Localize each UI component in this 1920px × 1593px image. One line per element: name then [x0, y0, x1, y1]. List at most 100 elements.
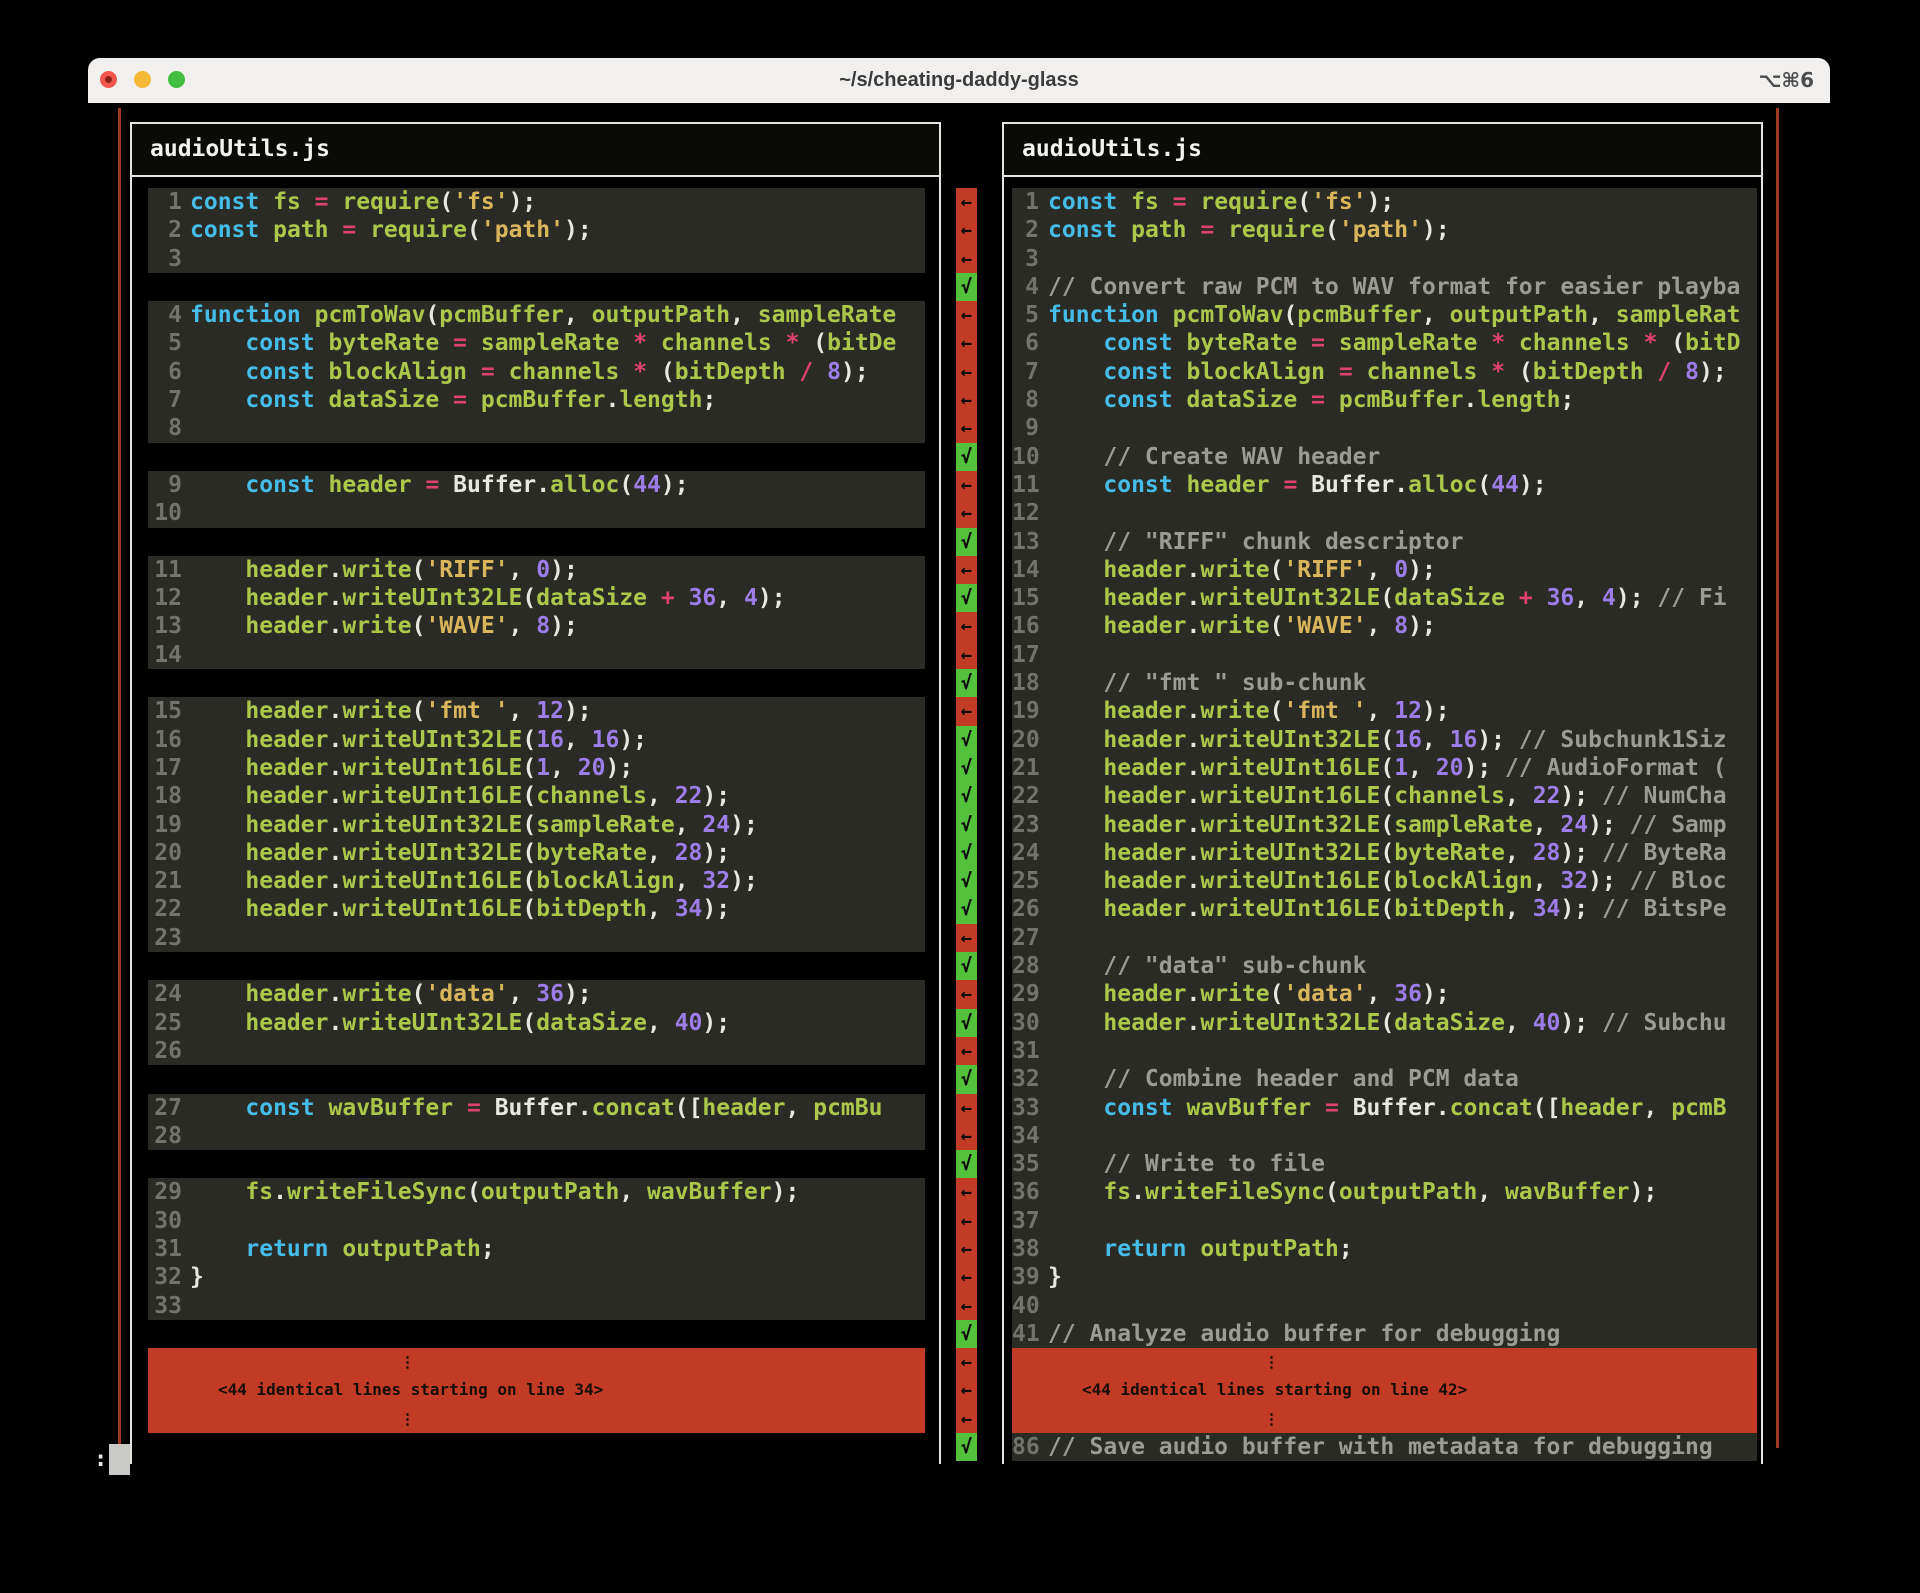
identical-lines-banner: ⋮ — [148, 1348, 925, 1376]
window-titlebar[interactable]: ~/s/cheating-daddy-glass ⌥⌘6 — [88, 58, 1830, 104]
gutter-arrow-marker: ← — [956, 386, 977, 414]
identical-lines-banner: <44 identical lines starting on line 42> — [1012, 1376, 1757, 1404]
code-line: 34 — [1004, 1122, 1761, 1150]
code-line: 19 header.write('fmt ', 12); — [1004, 697, 1761, 725]
line-number: 3 — [1012, 245, 1039, 273]
gutter-arrow-marker: ← — [956, 245, 977, 273]
gutter-check-marker: √ — [956, 895, 977, 923]
line-number: 13 — [1012, 528, 1039, 556]
terminal-cursor — [109, 1444, 130, 1475]
gutter-arrow-marker: ← — [956, 924, 977, 952]
left-code-rows: 1const fs = require('fs');2const path = … — [132, 188, 939, 1461]
line-number: 16 — [1012, 612, 1039, 640]
code-line: 86// Save audio buffer with metadata for… — [1004, 1433, 1761, 1461]
line-number: 24 — [1012, 839, 1039, 867]
gutter-check-marker: √ — [956, 443, 977, 471]
gutter-check-marker: √ — [956, 1320, 977, 1348]
code-text — [1048, 499, 1757, 527]
line-number: 8 — [148, 414, 182, 442]
code-line: 31 — [1004, 1037, 1761, 1065]
line-number: 17 — [1012, 641, 1039, 669]
code-text: const fs = require('fs'); — [1048, 188, 1757, 216]
code-line: 24 header.write('data', 36); — [132, 980, 939, 1008]
code-text: header.write('WAVE', 8); — [190, 612, 925, 640]
code-line: 32} — [132, 1263, 939, 1291]
code-line: 9 const header = Buffer.alloc(44); — [132, 471, 939, 499]
code-text — [190, 1037, 925, 1065]
code-line: 17 header.writeUInt16LE(1, 20); — [132, 754, 939, 782]
code-line: 4function pcmToWav(pcmBuffer, outputPath… — [132, 301, 939, 329]
gutter-arrow-marker: ← — [956, 1405, 977, 1433]
code-line: 5function pcmToWav(pcmBuffer, outputPath… — [1004, 301, 1761, 329]
code-line: 16 header.writeUInt32LE(16, 16); — [132, 726, 939, 754]
gutter-check-marker: √ — [956, 1009, 977, 1037]
code-text: // Combine header and PCM data — [1048, 1065, 1757, 1093]
line-number: 12 — [1012, 499, 1039, 527]
code-text: return outputPath; — [190, 1235, 925, 1263]
line-number: 9 — [148, 471, 182, 499]
gutter-arrow-marker: ← — [956, 612, 977, 640]
code-text: const path = require('path'); — [190, 216, 925, 244]
terminal-window: ~/s/cheating-daddy-glass ⌥⌘6 audioUtils.… — [88, 58, 1830, 1480]
code-line: 5 const byteRate = sampleRate * channels… — [132, 329, 939, 357]
code-line: 15 header.write('fmt ', 12); — [132, 697, 939, 725]
line-number: 6 — [148, 358, 182, 386]
gutter-check-marker: √ — [956, 1433, 977, 1461]
code-text: header.writeUInt16LE(blockAlign, 32); — [190, 867, 925, 895]
code-line: ⋮ — [132, 1348, 939, 1376]
line-number: 14 — [148, 641, 182, 669]
line-number: 11 — [1012, 471, 1039, 499]
code-line: 21 header.writeUInt16LE(1, 20); // Audio… — [1004, 754, 1761, 782]
line-number: 37 — [1012, 1207, 1039, 1235]
code-text: header.write('fmt ', 12); — [190, 697, 925, 725]
code-text — [190, 245, 925, 273]
line-number: 28 — [148, 1122, 182, 1150]
diff-pane-left: audioUtils.js 1const fs = require('fs');… — [130, 122, 941, 1464]
line-number: 28 — [1012, 952, 1039, 980]
code-line: 18 // "fmt " sub-chunk — [1004, 669, 1761, 697]
gutter-check-marker: √ — [956, 726, 977, 754]
code-text: const path = require('path'); — [1048, 216, 1757, 244]
line-number: 34 — [1012, 1122, 1039, 1150]
code-line: ⋮ — [1004, 1405, 1761, 1433]
code-text: const byteRate = sampleRate * channels *… — [190, 329, 925, 357]
code-text: header.writeUInt32LE(byteRate, 28); // B… — [1048, 839, 1757, 867]
identical-lines-banner: ⋮ — [1012, 1405, 1757, 1433]
code-text: const header = Buffer.alloc(44); — [190, 471, 925, 499]
code-text — [190, 641, 925, 669]
code-line: 17 — [1004, 641, 1761, 669]
pager-prompt[interactable]: : — [94, 1444, 130, 1475]
code-line: 2const path = require('path'); — [132, 216, 939, 244]
code-line: 3 — [132, 245, 939, 273]
line-number: 1 — [148, 188, 182, 216]
code-line: 1const fs = require('fs'); — [1004, 188, 1761, 216]
line-number: 18 — [148, 782, 182, 810]
terminal-content[interactable]: audioUtils.js 1const fs = require('fs');… — [88, 103, 1830, 1480]
code-line: 2const path = require('path'); — [1004, 216, 1761, 244]
gutter-check-marker: √ — [956, 839, 977, 867]
line-number: 30 — [1012, 1009, 1039, 1037]
code-line: 8 const dataSize = pcmBuffer.length; — [1004, 386, 1761, 414]
code-line — [132, 443, 939, 471]
code-line: 10 // Create WAV header — [1004, 443, 1761, 471]
line-number: 15 — [148, 697, 182, 725]
line-number: 8 — [1012, 386, 1039, 414]
right-code-rows: 1const fs = require('fs');2const path = … — [1004, 188, 1761, 1461]
code-text: header.writeUInt32LE(sampleRate, 24); //… — [1048, 811, 1757, 839]
code-line: 23 header.writeUInt32LE(sampleRate, 24);… — [1004, 811, 1761, 839]
code-line: 3 — [1004, 245, 1761, 273]
code-text: header.writeUInt16LE(1, 20); — [190, 754, 925, 782]
gutter-check-marker: √ — [956, 811, 977, 839]
code-text: header.write('fmt ', 12); — [1048, 697, 1757, 725]
code-text: header.writeUInt32LE(dataSize + 36, 4); … — [1048, 584, 1757, 612]
line-number: 40 — [1012, 1292, 1039, 1320]
line-number: 19 — [1012, 697, 1039, 725]
code-line: 10 — [132, 499, 939, 527]
line-number: 24 — [148, 980, 182, 1008]
gutter-arrow-marker: ← — [956, 556, 977, 584]
gutter-arrow-marker: ← — [956, 1037, 977, 1065]
code-line: 4// Convert raw PCM to WAV format for ea… — [1004, 273, 1761, 301]
code-text — [1048, 1292, 1757, 1320]
code-line: 26 — [132, 1037, 939, 1065]
code-text: function pcmToWav(pcmBuffer, outputPath,… — [1048, 301, 1757, 329]
